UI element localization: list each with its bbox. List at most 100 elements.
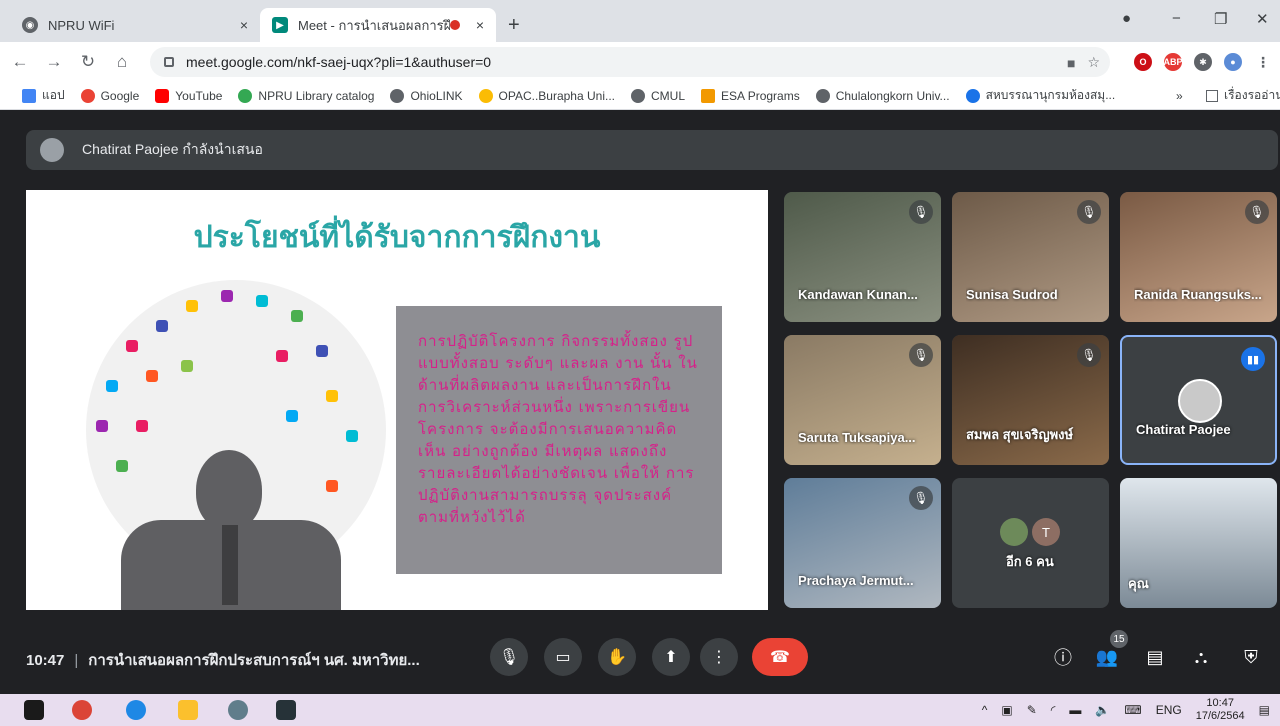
participant-tile[interactable]: 🎙 Saruta Tuksapiya... xyxy=(784,335,941,465)
more-participants-tile[interactable]: T อีก 6 คน xyxy=(952,478,1109,608)
decorative-icon xyxy=(256,295,268,307)
participant-initial: T xyxy=(1032,518,1060,546)
raise-hand-button[interactable]: ✋ xyxy=(598,638,636,676)
app-icon[interactable] xyxy=(228,700,248,720)
adblock-icon[interactable]: ABP xyxy=(1164,53,1183,71)
more-participants-label: อีก 6 คน xyxy=(1006,554,1054,569)
volume-icon[interactable]: 🔈 xyxy=(1095,703,1110,717)
keyboard-icon[interactable]: ⌨ xyxy=(1124,703,1141,717)
menu-icon[interactable]: ⋮ xyxy=(1254,53,1272,71)
bookmark-item[interactable]: YouTube xyxy=(155,88,222,103)
windows-start-icon[interactable] xyxy=(24,700,44,720)
mic-off-icon: 🎙 xyxy=(909,343,933,367)
host-controls-button[interactable]: ⛨ xyxy=(1238,644,1264,670)
extensions-icon[interactable]: ✱ xyxy=(1194,53,1212,71)
participant-tile[interactable]: 🎙 Prachaya Jermut... xyxy=(784,478,941,608)
back-icon[interactable]: ← xyxy=(6,52,34,72)
presenter-banner: Chatirat Paojee กำลังนำเสนอ xyxy=(26,130,1278,170)
star-icon[interactable]: ☆ xyxy=(1087,54,1100,71)
folder-icon[interactable] xyxy=(178,700,198,720)
bookmark-item[interactable]: สหบรรณานุกรมห้องสมุ... xyxy=(965,86,1115,105)
participant-tile[interactable]: 🎙 Kandawan Kunan... xyxy=(784,192,941,322)
mic-off-icon: 🎙 xyxy=(1077,343,1101,367)
participant-name: คุณ xyxy=(1128,576,1149,591)
home-icon[interactable]: ⌂ xyxy=(108,52,136,72)
hand-icon: ✋ xyxy=(607,649,627,666)
camera-app-icon[interactable] xyxy=(276,700,296,720)
more-options-button[interactable]: ⋮ xyxy=(700,638,738,676)
tab-title: Meet - การนำเสนอผลการฝึกประ xyxy=(298,17,450,33)
decorative-icon xyxy=(186,300,198,312)
reading-list-icon xyxy=(1206,89,1218,102)
avatar xyxy=(1178,379,1222,423)
browser-tab-bar: ◉ NPRU WiFi × ▶ Meet - การนำเสนอผลการฝึก… xyxy=(0,0,1280,42)
globe-icon xyxy=(631,88,645,103)
recording-icon xyxy=(449,20,460,30)
participant-tile-presenter[interactable]: ▮▮ Chatirat Paojee xyxy=(1120,335,1277,465)
notifications-icon[interactable]: ▤ xyxy=(1259,703,1270,717)
new-tab-button[interactable]: + xyxy=(508,14,520,37)
opera-icon[interactable]: O xyxy=(1134,53,1152,71)
camera-icon: ▭ xyxy=(555,649,571,666)
close-tab-button[interactable]: × xyxy=(240,17,248,33)
bookmark-item[interactable]: ESA Programs xyxy=(701,88,800,103)
bookmark-item[interactable]: แอป xyxy=(22,86,65,105)
reload-icon[interactable]: ↻ xyxy=(74,52,102,72)
participant-tile[interactable]: 🎙 Sunisa Sudrod xyxy=(952,192,1109,322)
decorative-icon xyxy=(276,350,288,362)
leave-call-button[interactable]: ☎ xyxy=(752,638,808,676)
bookmark-item[interactable]: OPAC..Burapha Uni... xyxy=(478,88,615,103)
minimize-button[interactable]: − xyxy=(1172,10,1181,27)
clock[interactable]: 10:47 17/6/2564 xyxy=(1196,697,1245,723)
tab-npru-wifi[interactable]: ◉ NPRU WiFi × xyxy=(10,8,260,42)
ie-icon[interactable] xyxy=(126,700,146,720)
bookmark-item[interactable]: OhioLINK xyxy=(390,88,463,103)
bookmarks-bar: แอป Google YouTube NPRU Library catalog … xyxy=(0,82,1280,110)
chrome-icon[interactable] xyxy=(72,700,92,720)
bookmark-item[interactable]: Chulalongkorn Univ... xyxy=(815,88,950,103)
activities-icon: ⛬ xyxy=(1194,646,1208,667)
avatar[interactable]: ● xyxy=(1224,53,1242,71)
opac-icon xyxy=(478,88,493,103)
reading-list-button[interactable]: เรื่องรออ่าน xyxy=(1206,86,1280,105)
profile-icon[interactable]: ● xyxy=(1122,10,1131,27)
camera-button[interactable]: ▭ xyxy=(544,638,582,676)
close-window-button[interactable]: ✕ xyxy=(1256,10,1269,28)
chat-button[interactable]: ▤ xyxy=(1142,644,1168,670)
esa-icon xyxy=(701,88,716,103)
participant-name: Kandawan Kunan... xyxy=(798,287,918,302)
bookmark-item[interactable]: CMUL xyxy=(631,88,685,103)
forward-icon[interactable]: → xyxy=(40,52,68,72)
decorative-icon xyxy=(106,380,118,392)
self-tile[interactable]: คุณ xyxy=(1120,478,1277,608)
activities-button[interactable]: ⛬ xyxy=(1188,644,1214,670)
meeting-time: 10:47 xyxy=(26,652,65,669)
more-bookmarks-button[interactable]: » xyxy=(1176,89,1183,103)
library-icon xyxy=(238,88,253,103)
apps-icon xyxy=(22,88,36,103)
language-indicator[interactable]: ENG xyxy=(1156,703,1182,717)
tray-app-icon[interactable]: ▣ xyxy=(1001,703,1012,717)
battery-icon[interactable]: ▬ xyxy=(1069,703,1081,717)
bookmark-item[interactable]: Google xyxy=(80,88,139,103)
meeting-controls-bar: 10:47 | การนำเสนอผลการฝึกประสบการณ์ฯ นศ. ม… xyxy=(0,630,1280,686)
bookmark-item[interactable]: NPRU Library catalog xyxy=(238,88,374,103)
participant-tile[interactable]: 🎙 Ranida Ruangsuks... xyxy=(1120,192,1277,322)
meeting-details-button[interactable]: ⓘ xyxy=(1050,644,1076,670)
microphone-button[interactable]: 🎙 xyxy=(490,638,528,676)
shield-icon: ⛨ xyxy=(1244,646,1258,667)
camera-icon[interactable]: ■ xyxy=(1067,55,1075,71)
chevron-up-icon[interactable]: ^ xyxy=(982,703,988,717)
restore-button[interactable]: ❐ xyxy=(1214,10,1227,28)
present-button[interactable]: ⬆ xyxy=(652,638,690,676)
meeting-name: การนำเสนอผลการฝึกประสบการณ์ฯ นศ. มหาวิทย… xyxy=(88,652,420,669)
wifi-icon[interactable]: ◜ xyxy=(1051,703,1056,717)
participant-tile[interactable]: 🎙 สมพล สุขเจริญพงษ์ xyxy=(952,335,1109,465)
address-bar[interactable]: meet.google.com/nkf-saej-uqx?pli=1&authu… xyxy=(150,47,1110,77)
people-button[interactable]: 👥 xyxy=(1094,644,1120,670)
tab-meet[interactable]: ▶ Meet - การนำเสนอผลการฝึกประ × xyxy=(260,8,496,42)
pen-icon[interactable]: ✎ xyxy=(1027,703,1037,717)
mic-off-icon: 🎙 xyxy=(1245,200,1269,224)
decorative-icon xyxy=(136,420,148,432)
close-tab-button[interactable]: × xyxy=(476,17,484,33)
